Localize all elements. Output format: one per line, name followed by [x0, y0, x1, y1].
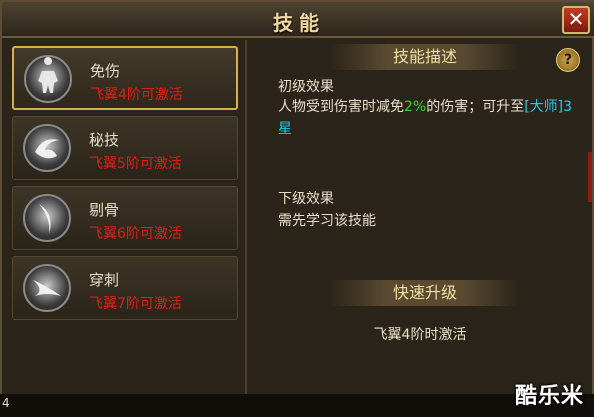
skill-requirement: 飞翼4阶可激活: [90, 87, 183, 103]
skill-name: 穿刺: [89, 271, 120, 289]
skill-item-tigu[interactable]: 剔骨 飞翼6阶可激活: [12, 186, 238, 250]
next-effect-text: 需先学习该技能: [278, 213, 376, 229]
skill-requirement: 飞翼5阶可激活: [89, 156, 182, 172]
first-effect-pre: 人物受到伤害时减免: [278, 99, 404, 115]
section-title-description: 技能描述: [330, 44, 520, 70]
close-button[interactable]: ✕: [562, 6, 590, 34]
skill-requirement: 飞翼7阶可激活: [89, 296, 182, 312]
window-title: 技能: [273, 11, 325, 35]
reduction-value: 2%: [404, 99, 427, 115]
bottom-bar: 4: [0, 394, 594, 417]
help-button[interactable]: ?: [556, 48, 580, 72]
quick-upgrade-text: 飞翼4阶时激活: [373, 327, 467, 343]
skill-list: 免伤 飞翼4阶可激活 秘技 飞翼5阶可激活 剔骨 飞翼6阶可激活 穿刺 飞翼7阶…: [8, 42, 242, 392]
armored-body-icon: [24, 55, 72, 103]
skill-name: 秘技: [89, 131, 120, 149]
section-title-quick-upgrade: 快速升级: [330, 280, 520, 306]
skill-name: 免伤: [90, 62, 121, 80]
skill-item-chuanci[interactable]: 穿刺 飞翼7阶可激活: [12, 256, 238, 320]
close-icon: ✕: [567, 7, 585, 31]
panel-divider: [245, 40, 247, 396]
skill-item-mianshang[interactable]: 免伤 飞翼4阶可激活: [12, 46, 238, 110]
skill-window: 技能 ✕ 免伤 飞翼4阶可激活 秘技 飞翼5阶可激活 剔骨 飞翼6阶可激活 穿刺…: [0, 0, 594, 417]
next-effect-label: 下级效果: [278, 191, 334, 207]
first-effect-text: 人物受到伤害时减免2%的伤害；可升至[大师]3星: [278, 96, 578, 140]
skill-requirement: 飞翼6阶可激活: [89, 226, 182, 242]
blade-crescent-icon: [23, 194, 71, 242]
swirl-orb-icon: [23, 124, 71, 172]
skill-name: 剔骨: [89, 201, 120, 219]
spear-thrust-icon: [23, 264, 71, 312]
first-effect-mid: 的伤害；可升至: [426, 99, 525, 115]
skill-item-miji[interactable]: 秘技 飞翼5阶可激活: [12, 116, 238, 180]
corner-text: 4: [2, 396, 10, 410]
scrollbar[interactable]: [588, 152, 592, 202]
title-bar: 技能 ✕: [2, 2, 594, 38]
first-effect-label: 初级效果: [278, 79, 334, 95]
question-icon: ?: [563, 52, 573, 68]
skill-detail-panel: 技能描述 ? 初级效果 人物受到伤害时减免2%的伤害；可升至[大师]3星 下级效…: [250, 40, 590, 396]
watermark-logo: 酷乐米: [514, 384, 584, 409]
